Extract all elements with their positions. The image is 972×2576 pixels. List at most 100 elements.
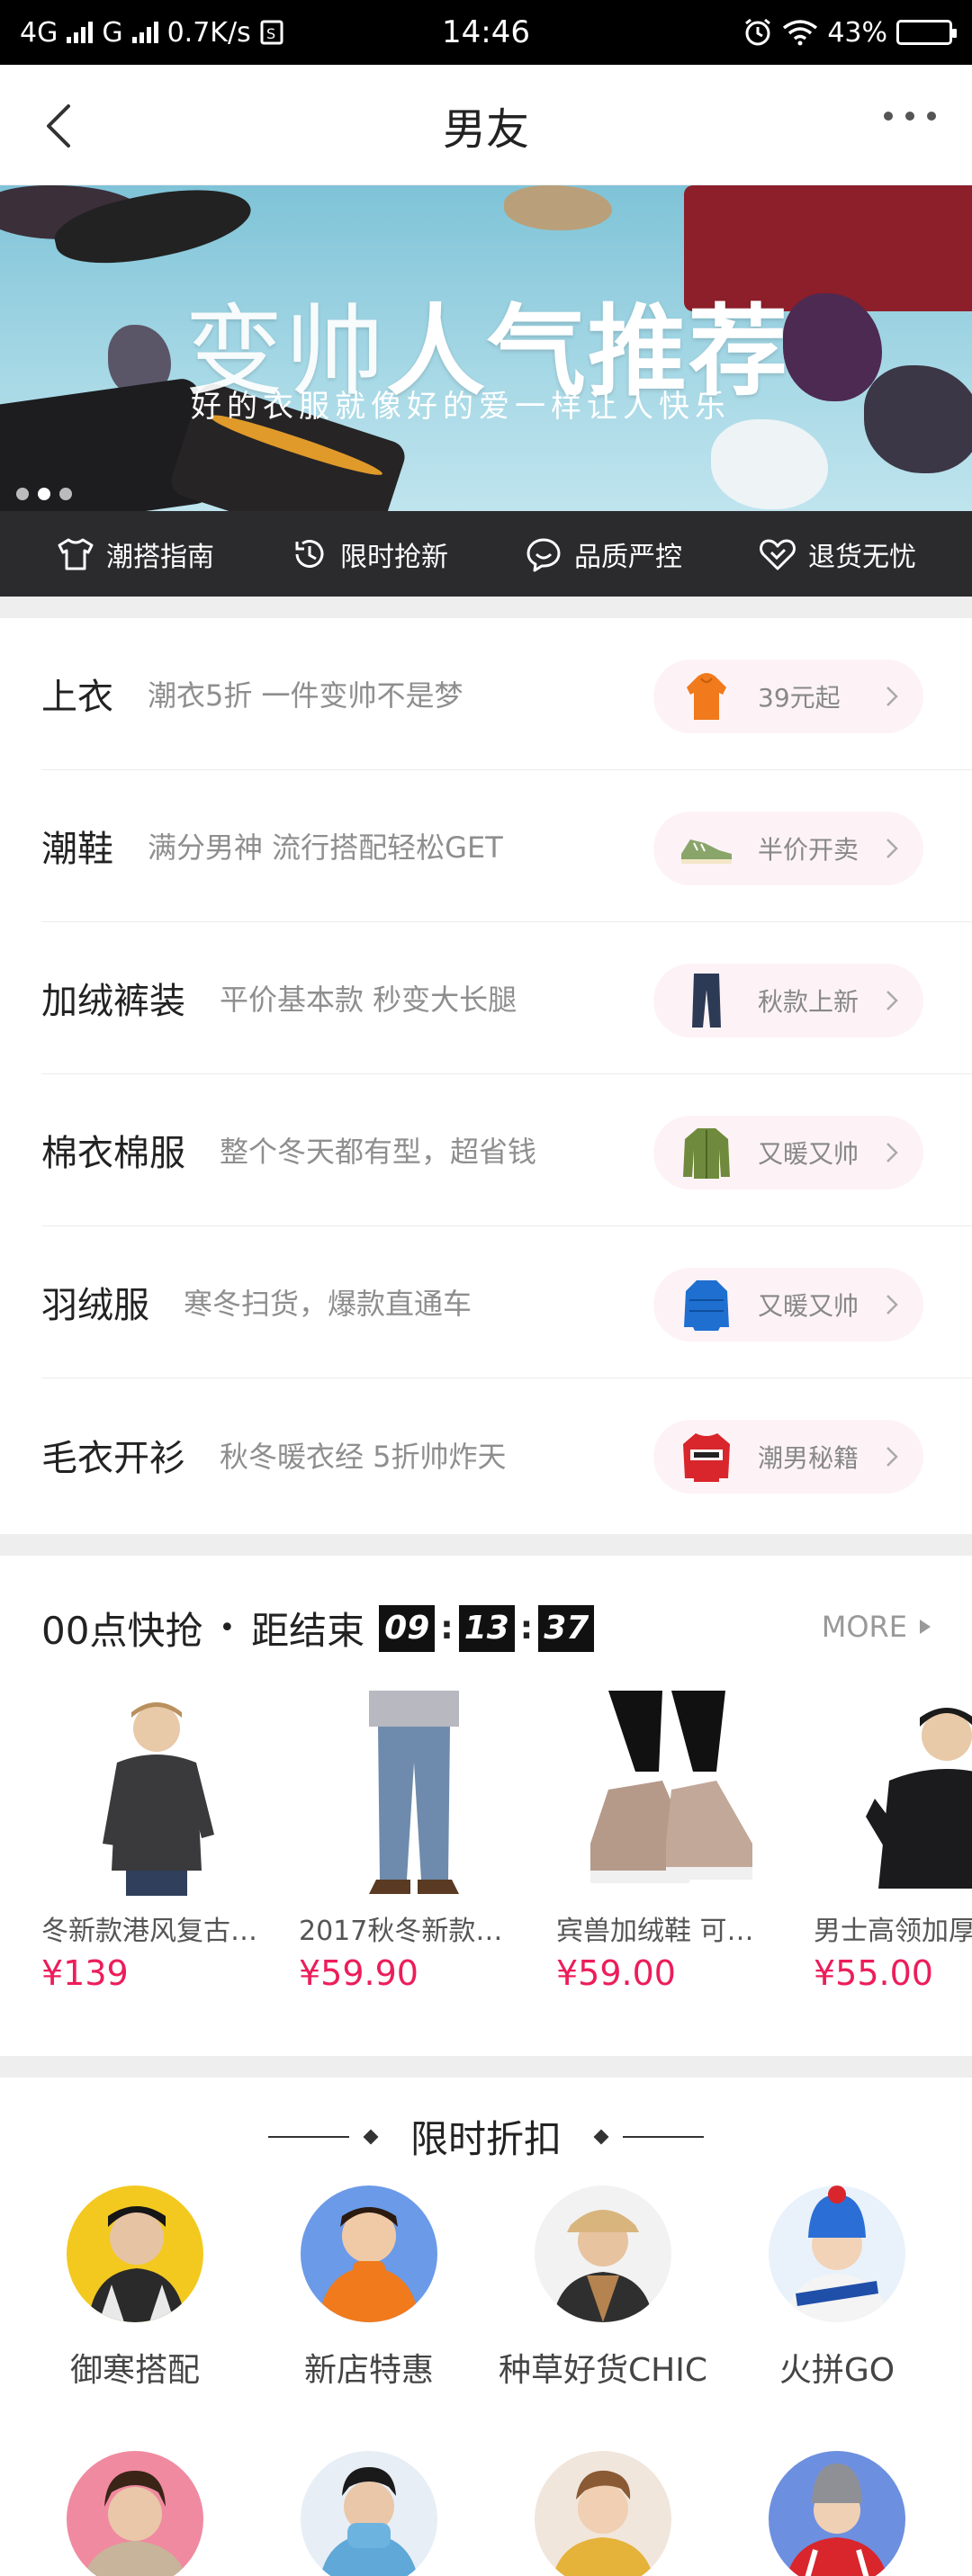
chevron-right-icon xyxy=(886,687,898,706)
jeans-icon xyxy=(675,969,738,1032)
category-tag[interactable]: 半价开卖 xyxy=(653,812,923,885)
flash-sale-title: 00点快抢 xyxy=(41,1609,203,1653)
banner-decoration xyxy=(864,365,972,473)
avatar xyxy=(535,2451,671,2576)
wifi-icon xyxy=(783,20,818,46)
service-strip: 潮搭指南 限时抢新 品质严控 退货无忧 xyxy=(0,511,972,597)
status-left: 4G G 0.7K/s S xyxy=(20,17,284,49)
discount-title: 限时折扣 xyxy=(410,2117,562,2161)
chevron-right-icon xyxy=(886,991,898,1010)
network-speed: 0.7K/s xyxy=(166,16,251,49)
category-name: 潮鞋 xyxy=(41,829,113,870)
discount-item[interactable] xyxy=(734,2451,940,2576)
banner-decoration xyxy=(504,185,612,230)
category-name: 毛衣开衫 xyxy=(41,1437,185,1479)
category-tag-text: 又暖又帅 xyxy=(758,1291,860,1321)
svg-text:S: S xyxy=(266,25,275,42)
clock-icon xyxy=(295,539,324,568)
sim-icon: S xyxy=(260,20,284,45)
category-row-down-jackets[interactable]: 羽绒服 寒冬扫货，爆款直通车 又暖又帅 xyxy=(41,1226,972,1378)
product-price: ¥59.90 xyxy=(299,1953,418,1993)
more-options-icon[interactable] xyxy=(884,112,936,121)
discount-item-chic[interactable]: 种草好货CHIC xyxy=(499,2186,707,2391)
chevron-right-icon xyxy=(886,1295,898,1315)
category-tag[interactable]: 又暖又帅 xyxy=(653,1268,923,1342)
service-style-guide[interactable]: 潮搭指南 xyxy=(56,534,214,574)
avatar xyxy=(769,2451,905,2576)
product-image xyxy=(814,1691,972,1898)
category-tag-text: 潮男秘籍 xyxy=(758,1443,860,1473)
section-divider xyxy=(0,2056,972,2078)
discount-item[interactable] xyxy=(500,2451,706,2576)
countdown-minutes: 13 xyxy=(458,1604,515,1652)
avatar xyxy=(301,2186,437,2322)
service-quality-control[interactable]: 品质严控 xyxy=(524,534,682,574)
alarm-icon xyxy=(745,18,771,46)
discount-avatar-row: 御寒搭配 新店特惠 种草好货CHIC 火拼GO xyxy=(0,2186,972,2391)
flash-sale-section: 00点快抢 • 距结束 09 : 13 : 37 MORE 冬新款港风复古… ¥… xyxy=(0,1556,972,2056)
category-name: 上衣 xyxy=(41,677,113,718)
category-tag[interactable]: 39元起 xyxy=(653,660,923,733)
avatar xyxy=(535,2186,671,2322)
category-tag-text: 秋款上新 xyxy=(758,987,860,1017)
category-row-pants[interactable]: 加绒裤装 平价基本款 秒变大长腿 秋款上新 xyxy=(41,922,972,1074)
category-tag-text: 39元起 xyxy=(758,683,841,713)
category-desc: 整个冬天都有型，超省钱 xyxy=(220,1135,537,1169)
product-name: 2017秋冬新款… xyxy=(299,1916,503,1947)
discount-item-new-store[interactable]: 新店特惠 xyxy=(266,2186,472,2391)
banner-pagination xyxy=(16,488,72,500)
category-row-sweaters[interactable]: 毛衣开衫 秋冬暖衣经 5折帅炸天 潮男秘籍 xyxy=(41,1378,972,1530)
discount-item-winter[interactable]: 御寒搭配 xyxy=(32,2186,238,2391)
more-link[interactable]: MORE xyxy=(822,1610,931,1644)
service-label: 限时抢新 xyxy=(340,541,448,573)
product-card[interactable]: 冬新款港风复古… ¥139 xyxy=(41,1691,272,2033)
category-desc: 平价基本款 秒变大长腿 xyxy=(220,983,518,1017)
separator-dot: • xyxy=(219,1612,236,1644)
service-limited-new[interactable]: 限时抢新 xyxy=(290,534,448,574)
chevron-right-icon xyxy=(886,1143,898,1162)
discount-item-label: 新店特惠 xyxy=(303,2352,434,2389)
discount-item[interactable] xyxy=(266,2451,472,2576)
tshirt-icon xyxy=(58,538,94,570)
chat-bubble-icon xyxy=(526,538,561,571)
product-card[interactable]: 2017秋冬新款… ¥59.90 xyxy=(299,1691,529,2033)
category-name: 羽绒服 xyxy=(41,1285,149,1326)
battery-percent: 43% xyxy=(827,16,887,49)
category-row-padded-coats[interactable]: 棉衣棉服 整个冬天都有型，超省钱 又暖又帅 xyxy=(41,1074,972,1226)
category-list: 上衣 潮衣5折 一件变帅不是梦 39元起 潮鞋 满分男神 流行搭配轻松GET 半… xyxy=(0,618,972,1530)
category-tag[interactable]: 秋款上新 xyxy=(653,964,923,1037)
category-desc: 秋冬暖衣经 5折帅炸天 xyxy=(220,1439,507,1474)
discount-item-label: 种草好货CHIC xyxy=(499,2352,707,2389)
triangle-right-icon xyxy=(920,1620,931,1634)
service-label: 品质严控 xyxy=(574,541,682,573)
network-g-label: G xyxy=(102,16,123,49)
status-right: 43% xyxy=(742,16,957,49)
section-divider xyxy=(0,1534,972,1556)
heart-icon xyxy=(760,539,796,570)
category-tag[interactable]: 又暖又帅 xyxy=(653,1116,923,1189)
jacket-icon xyxy=(675,1121,738,1184)
product-card[interactable]: 宾兽加绒鞋 可… ¥59.00 xyxy=(556,1691,787,2033)
product-card[interactable]: 男士高领加厚 ¥55.00 xyxy=(814,1691,972,2033)
service-worry-free-return[interactable]: 退货无忧 xyxy=(758,534,916,574)
chevron-right-icon xyxy=(886,1447,898,1467)
banner-subtitle: 好的衣服就像好的爱一样让人快乐 xyxy=(191,389,731,425)
discount-item[interactable] xyxy=(32,2451,238,2576)
category-tag-text: 半价开卖 xyxy=(758,835,860,865)
avatar xyxy=(67,2186,203,2322)
product-carousel[interactable]: 冬新款港风复古… ¥139 2017秋冬新款… ¥59.90 宾兽加绒鞋 可… … xyxy=(41,1691,972,2033)
banner-decoration xyxy=(711,419,828,509)
promo-banner[interactable]: 变帅人气推荐 好的衣服就像好的爱一样让人快乐 xyxy=(0,185,972,511)
category-row-tops[interactable]: 上衣 潮衣5折 一件变帅不是梦 39元起 xyxy=(41,618,972,770)
category-row-shoes[interactable]: 潮鞋 满分男神 流行搭配轻松GET 半价开卖 xyxy=(41,770,972,922)
back-arrow-icon[interactable] xyxy=(36,101,86,151)
product-price: ¥55.00 xyxy=(814,1953,933,1993)
category-name: 加绒裤装 xyxy=(41,981,185,1022)
category-tag[interactable]: 潮男秘籍 xyxy=(653,1420,923,1494)
discount-item-group-buy[interactable]: 火拼GO xyxy=(734,2186,940,2391)
product-price: ¥139 xyxy=(41,1953,129,1993)
battery-icon xyxy=(896,20,957,45)
product-name: 男士高领加厚 xyxy=(814,1916,972,1947)
chevron-right-icon xyxy=(886,839,898,858)
product-image xyxy=(41,1691,272,1898)
